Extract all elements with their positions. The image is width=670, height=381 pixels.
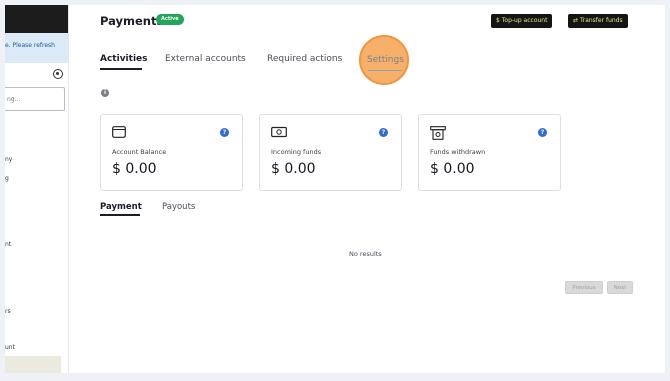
info-icon[interactable]: i [101,89,109,97]
sidebar-item[interactable]: g [5,175,9,182]
card-value: $ 0.00 [112,161,157,177]
sidebar-header [5,5,68,33]
tab-external-accounts[interactable]: External accounts [165,54,246,64]
top-up-account-label: Top-up account [501,17,548,24]
sidebar-item[interactable]: ny [5,156,12,163]
gear-icon[interactable] [53,69,63,79]
sidebar-search-input[interactable]: ng... [5,87,65,111]
funds-withdrawn-card: ? Funds withdrawn $ 0.00 [418,114,561,191]
transfer-funds-button[interactable]: ⇄ Transfer funds [568,14,628,28]
tab-settings[interactable]: Settings [367,55,404,65]
card-value: $ 0.00 [271,161,316,177]
sidebar-footer [5,356,61,373]
help-icon[interactable]: ? [379,128,388,137]
top-up-account-button[interactable]: $ Top-up account [491,14,553,28]
sidebar-item[interactable]: nt [5,241,11,248]
sidebar: e. Please refresh ng... ny g nt rs unt [5,5,69,373]
settings-click-highlight: Settings [359,35,409,85]
cash-icon [271,126,287,138]
tab-activities[interactable]: Activities [100,54,148,64]
dollar-icon: $ [496,17,500,24]
status-badge: Active [156,14,184,25]
transfer-arrows-icon: ⇄ [573,17,579,24]
subtab-payouts[interactable]: Payouts [162,202,195,212]
sidebar-item[interactable]: rs [5,308,11,315]
next-page-button[interactable]: Next [607,281,633,294]
empty-state-text: No results [349,250,382,258]
incoming-funds-card: ? Incoming funds $ 0.00 [259,114,402,191]
settings-tab-underline [368,70,402,71]
wallet-icon [112,126,126,138]
card-value: $ 0.00 [430,161,475,177]
active-tab-underline [100,68,142,70]
refresh-banner[interactable]: e. Please refresh [5,33,68,63]
transfer-funds-label: Transfer funds [579,17,623,24]
help-icon[interactable]: ? [538,128,547,137]
previous-page-button[interactable]: Previous [565,281,603,294]
page-title: Payments [100,14,164,28]
help-icon[interactable]: ? [220,128,229,137]
card-label: Funds withdrawn [430,148,486,156]
subtab-payment[interactable]: Payment [100,202,142,212]
card-label: Account Balance [112,148,167,156]
active-subtab-underline [100,214,140,216]
withdraw-icon [430,126,446,140]
card-label: Incoming funds [271,148,322,156]
sidebar-item[interactable]: unt [5,344,15,351]
app-window: e. Please refresh ng... ny g nt rs unt P… [5,5,665,373]
tab-required-actions[interactable]: Required actions [267,54,342,64]
account-balance-card: ? Account Balance $ 0.00 [100,114,243,191]
